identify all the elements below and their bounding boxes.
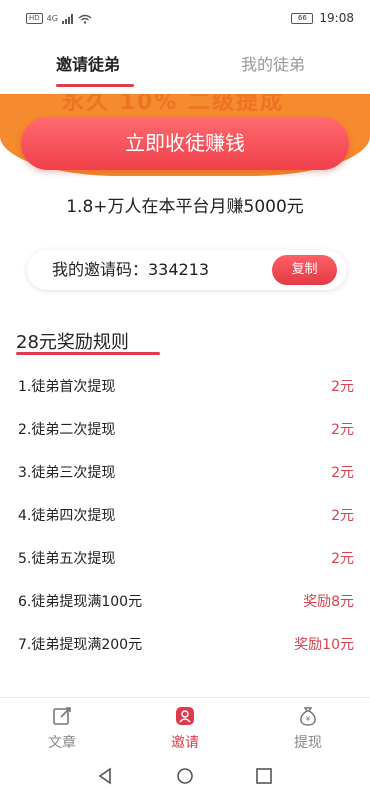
nav-label-invite: 邀请 <box>171 735 199 751</box>
clock: 19:08 <box>319 11 354 25</box>
list-item: 1.徒弟首次提现 2元 <box>18 375 354 399</box>
rule-reward: 2元 <box>331 465 354 481</box>
status-bar: HD 4G 66 19:08 <box>0 0 370 40</box>
edit-icon <box>53 707 71 725</box>
recruit-apprentice-button[interactable]: 立即收徒赚钱 <box>21 117 349 170</box>
back-icon[interactable] <box>95 765 117 787</box>
rule-name: 1.徒弟首次提现 <box>18 379 116 395</box>
system-nav-bar <box>0 757 370 796</box>
recents-icon[interactable] <box>253 765 275 787</box>
rule-name: 5.徒弟五次提现 <box>18 551 116 567</box>
money-bag-icon: ¥ <box>300 707 316 726</box>
active-tab-indicator <box>56 84 134 87</box>
wifi-icon <box>78 14 92 24</box>
rule-name: 7.徒弟提现满200元 <box>18 637 143 653</box>
tab-invite-apprentice[interactable]: 邀请徒弟 <box>56 50 120 80</box>
nav-item-withdraw[interactable]: ¥ 提现 <box>278 704 338 752</box>
signal-indicator: 4G <box>46 14 58 23</box>
battery-icon: 66 <box>291 12 314 24</box>
invite-code-box: 我的邀请码：334213 复制 <box>27 250 347 290</box>
nav-label-withdraw: 提现 <box>294 735 322 751</box>
invite-code-label: 我的邀请码：334213 <box>52 260 210 279</box>
nav-item-articles[interactable]: 文章 <box>32 704 92 752</box>
rule-reward: 2元 <box>331 379 354 395</box>
rule-reward: 奖励8元 <box>303 594 354 610</box>
rule-name: 4.徒弟四次提现 <box>18 508 116 524</box>
rule-name: 2.徒弟二次提现 <box>18 422 116 438</box>
rules-title-underline <box>16 352 160 355</box>
signal-bars-icon <box>61 13 73 24</box>
promo-line: 1.8+万人在本平台月赚5000元 <box>66 197 304 217</box>
nav-label-articles: 文章 <box>48 735 76 751</box>
list-item: 2.徒弟二次提现 2元 <box>18 418 354 442</box>
list-item: 6.徒弟提现满100元 奖励8元 <box>18 590 354 614</box>
rules-title: 28元奖励规则 <box>16 332 129 353</box>
status-right: 66 19:08 <box>291 11 354 25</box>
rule-reward: 奖励10元 <box>294 637 354 653</box>
hd-indicator: HD <box>26 13 43 24</box>
rule-reward: 2元 <box>331 422 354 438</box>
list-item: 3.徒弟三次提现 2元 <box>18 461 354 485</box>
tab-my-apprentices[interactable]: 我的徒弟 <box>241 50 305 80</box>
copy-button[interactable]: 复制 <box>272 255 337 285</box>
home-icon[interactable] <box>174 765 196 787</box>
rule-reward: 2元 <box>331 508 354 524</box>
list-item: 7.徒弟提现满200元 奖励10元 <box>18 633 354 657</box>
banner-text: 永久 10% 二级提成 <box>62 94 284 115</box>
rule-reward: 2元 <box>331 551 354 567</box>
status-left: HD 4G <box>26 13 92 24</box>
list-item: 5.徒弟五次提现 2元 <box>18 547 354 571</box>
rule-name: 6.徒弟提现满100元 <box>18 594 143 610</box>
bottom-nav: 文章 邀请 ¥ 提现 <box>0 697 370 757</box>
list-item: 4.徒弟四次提现 2元 <box>18 504 354 528</box>
invite-icon <box>176 707 194 725</box>
nav-item-invite[interactable]: 邀请 <box>155 704 215 752</box>
svg-text:¥: ¥ <box>306 715 311 723</box>
rule-name: 3.徒弟三次提现 <box>18 465 116 481</box>
